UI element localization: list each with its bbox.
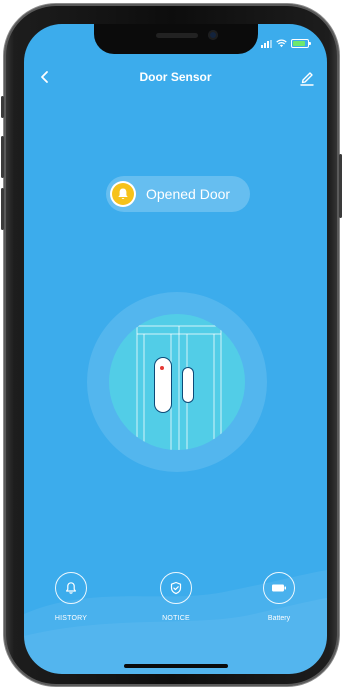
- nav-notice[interactable]: NOTICE: [141, 572, 211, 622]
- door-status-badge: Opened Door: [106, 176, 250, 212]
- nav-battery[interactable]: Battery: [244, 572, 314, 622]
- power-button: [339, 154, 342, 218]
- wifi-icon: [276, 39, 287, 48]
- bell-icon: [66, 582, 76, 594]
- speaker-grille: [156, 33, 198, 38]
- signal-icon: [261, 39, 272, 48]
- door-sensor-illustration: [109, 314, 245, 450]
- bell-icon: [118, 188, 128, 199]
- edit-button[interactable]: [295, 66, 319, 90]
- app-screen: Door Sensor Opened Door HISTORY NOTICE B…: [24, 24, 327, 674]
- sensor-magnet: [183, 368, 193, 402]
- pencil-icon: [300, 72, 314, 86]
- header: Door Sensor: [24, 66, 327, 92]
- phone-frame: Door Sensor Opened Door HISTORY NOTICE B…: [1, 4, 342, 686]
- battery-status-icon: [291, 39, 311, 48]
- door-outline: [136, 325, 222, 450]
- page-title: Door Sensor: [139, 70, 212, 84]
- home-indicator[interactable]: [124, 664, 228, 668]
- camera-icon: [208, 30, 218, 40]
- silent-switch: [1, 96, 4, 118]
- door-status-label: Opened Door: [146, 186, 231, 202]
- door-sensor-icon: [155, 358, 171, 412]
- nav-battery-label: Battery: [267, 615, 291, 622]
- notch: [94, 24, 258, 54]
- nav-notice-label: NOTICE: [162, 615, 190, 622]
- bottom-nav: HISTORY NOTICE Battery: [24, 572, 327, 636]
- battery-icon: [272, 584, 286, 592]
- volume-down-button: [1, 188, 4, 230]
- nav-history-label: HISTORY: [54, 615, 88, 622]
- volume-up-button: [1, 136, 4, 178]
- status-bar: [261, 39, 311, 48]
- shield-check-icon: [170, 581, 182, 595]
- alert-badge: [110, 181, 136, 207]
- nav-history[interactable]: HISTORY: [36, 572, 106, 622]
- sensor-indicator-light: [160, 366, 164, 370]
